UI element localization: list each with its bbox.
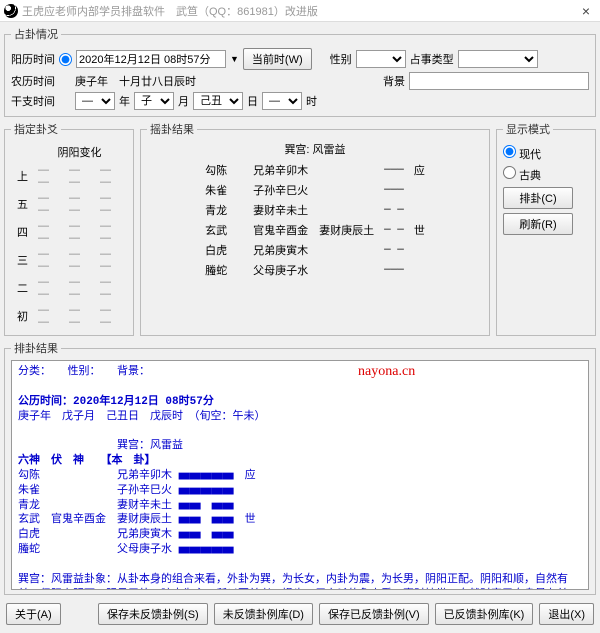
yao-row[interactable]: 上— —— —— —: [13, 163, 125, 189]
refresh-button[interactable]: 刷新(R): [503, 213, 573, 235]
yao-row[interactable]: 二— —— —— —: [13, 275, 125, 301]
sex-label: 性别: [330, 51, 352, 67]
yao-row[interactable]: 初— —— —— —: [13, 303, 125, 329]
yao-row[interactable]: 四— —— —— —: [13, 219, 125, 245]
unfb-lib-button[interactable]: 未反馈卦例库(D): [214, 603, 313, 625]
yaores-row: 白虎兄弟庚寅木— —: [201, 241, 429, 259]
app-icon: [4, 4, 18, 18]
result-section: 排卦结果 nayona.cn 分类： 性别： 背景： 公历时间：2020年12月…: [4, 340, 596, 595]
result-line: 螣蛇 父母庚子水 ▅▅▅▅▅: [18, 543, 582, 558]
gz-year[interactable]: —: [75, 92, 115, 110]
yao-select: 指定卦爻 阴阳变化 上— —— —— —五— —— —— —四— —— —— —…: [4, 121, 134, 336]
gz-month[interactable]: 子: [134, 92, 174, 110]
window-title: 王虎应老师内部学员排盘软件 武笪（QQ：861981）改进版: [22, 3, 576, 19]
mode-classic[interactable]: 古典: [503, 166, 589, 183]
bg-input[interactable]: [409, 72, 589, 90]
gz-day[interactable]: 己丑: [193, 92, 243, 110]
yao-result: 摇卦结果 巽宫: 风雷益 勾陈兄弟辛卯木———应朱雀子孙辛巳火———青龙妻财辛未…: [140, 121, 490, 336]
sex-select[interactable]: [356, 50, 406, 68]
watermark: nayona.cn: [358, 363, 415, 382]
result-line: 玄武 官鬼辛酉金 妻财庚辰土 ▅▅ ▅▅ 世: [18, 513, 582, 528]
result-text[interactable]: nayona.cn 分类： 性别： 背景： 公历时间：2020年12月12日 0…: [11, 360, 589, 590]
save-fb-button[interactable]: 保存已反馈卦例(V): [319, 603, 429, 625]
solar-label: 阳历时间: [11, 51, 55, 67]
mode-modern[interactable]: 现代: [503, 145, 589, 162]
solar-input[interactable]: [76, 50, 226, 68]
divination-info: 占卦情况 阳历时间 ▼ 当前时(W) 性别 占事类型 农历时间 庚子年 十月廿八…: [4, 26, 596, 117]
lunar-value: 庚子年 十月廿八日辰时: [75, 73, 196, 89]
bg-label: 背景: [383, 73, 405, 89]
type-label: 占事类型: [410, 51, 454, 67]
result-line: 青龙 妻财辛未土 ▅▅ ▅▅: [18, 499, 582, 514]
save-unfb-button[interactable]: 保存未反馈卦例(S): [98, 603, 208, 625]
ganzhi-label: 干支时间: [11, 93, 55, 109]
paigua-button[interactable]: 排卦(C): [503, 187, 573, 209]
yaores-row: 螣蛇父母庚子水———: [201, 261, 429, 279]
yaores-row: 勾陈兄弟辛卯木———应: [201, 161, 429, 179]
yao-row[interactable]: 三— —— —— —: [13, 247, 125, 273]
lunar-label: 农历时间: [11, 73, 55, 89]
yao-row[interactable]: 五— —— —— —: [13, 191, 125, 217]
close-icon[interactable]: ×: [576, 3, 596, 19]
palace-name: 巽宫: 风雷益: [147, 141, 483, 157]
now-button[interactable]: 当前时(W): [243, 48, 312, 70]
yaores-row: 玄武官鬼辛酉金 妻财庚辰土— —世: [201, 221, 429, 239]
legend-info: 占卦情况: [11, 26, 61, 42]
result-line: 朱雀 子孙辛巳火 ▅▅▅▅▅: [18, 484, 582, 499]
yaores-row: 朱雀子孙辛巳火———: [201, 181, 429, 199]
fb-lib-button[interactable]: 已反馈卦例库(K): [435, 603, 534, 625]
display-mode: 显示模式 现代 古典 排卦(C) 刷新(R): [496, 121, 596, 336]
type-select[interactable]: [458, 50, 538, 68]
exit-button[interactable]: 退出(X): [539, 603, 594, 625]
about-button[interactable]: 关于(A): [6, 603, 61, 625]
result-line: 白虎 兄弟庚寅木 ▅▅ ▅▅: [18, 528, 582, 543]
gz-hour[interactable]: —: [262, 92, 302, 110]
result-line: 勾陈 兄弟辛卯木 ▅▅▅▅▅ 应: [18, 469, 582, 484]
solar-radio[interactable]: [59, 53, 72, 66]
yaores-row: 青龙妻财辛未土— —: [201, 201, 429, 219]
